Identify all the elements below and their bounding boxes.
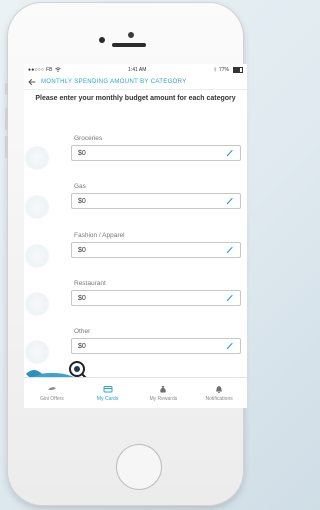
tab-label: Notifications bbox=[205, 395, 233, 402]
tab-bar: Gini Offers My Cards My Rewards Notifica… bbox=[24, 377, 247, 408]
volume-down-button bbox=[5, 136, 8, 158]
home-button[interactable] bbox=[116, 444, 162, 490]
category-restaurant: Restaurant $0 bbox=[71, 280, 241, 306]
gas-amount-input[interactable]: $0 bbox=[71, 193, 241, 209]
fashion-icon bbox=[24, 244, 50, 268]
category-other: Other $0 bbox=[71, 328, 241, 354]
instruction-text: Please enter your monthly budget amount … bbox=[35, 95, 236, 102]
category-groceries: Groceries $0 bbox=[71, 135, 241, 161]
bell-icon bbox=[216, 385, 223, 393]
tab-my-rewards[interactable]: My Rewards bbox=[136, 378, 192, 408]
tab-label: Gini Offers bbox=[39, 395, 64, 402]
category-label: Fashion / Apparel bbox=[74, 232, 125, 239]
category-label: Other bbox=[74, 328, 91, 335]
card-icon bbox=[103, 385, 113, 392]
restaurant-amount-input[interactable]: $0 bbox=[71, 290, 241, 306]
app-screen: ●●○○○ FB 1:41 AM ᛒ 77% MONTHLY SPENDING … bbox=[24, 64, 247, 408]
nav-bar: MONTHLY SPENDING AMOUNT BY CATEGORY bbox=[24, 75, 247, 90]
money-bag-icon bbox=[160, 385, 167, 392]
category-fashion: Fashion / Apparel $0 bbox=[71, 232, 241, 258]
tab-label: My Rewards bbox=[149, 395, 178, 402]
category-value: $0 bbox=[78, 342, 86, 350]
category-label: Restaurant bbox=[74, 280, 106, 287]
battery-percent: 77% bbox=[218, 66, 229, 73]
category-gas: Gas $0 bbox=[71, 183, 241, 209]
status-bar: ●●○○○ FB 1:41 AM ᛒ 77% bbox=[24, 64, 247, 75]
category-label: Groceries bbox=[74, 135, 103, 142]
groceries-icon bbox=[24, 146, 50, 170]
tab-gini-offers[interactable]: Gini Offers bbox=[24, 378, 80, 408]
proximity-sensor bbox=[128, 32, 134, 38]
page-title: MONTHLY SPENDING AMOUNT BY CATEGORY bbox=[41, 79, 187, 85]
tab-label: My Cards bbox=[96, 395, 119, 402]
battery-icon bbox=[232, 66, 243, 73]
clock: 1:41 AM bbox=[128, 66, 147, 73]
restaurant-icon bbox=[24, 292, 50, 316]
category-value: $0 bbox=[78, 149, 86, 157]
pencil-icon[interactable] bbox=[226, 149, 234, 157]
tab-my-cards[interactable]: My Cards bbox=[80, 378, 136, 408]
volume-up-button bbox=[5, 108, 8, 130]
signal-icon: ●●○○○ bbox=[28, 66, 45, 73]
front-camera bbox=[99, 37, 105, 43]
category-value: $0 bbox=[78, 294, 86, 302]
pencil-icon[interactable] bbox=[226, 294, 234, 302]
tab-notifications[interactable]: Notifications bbox=[191, 378, 247, 408]
category-value: $0 bbox=[78, 246, 86, 254]
fashion-amount-input[interactable]: $0 bbox=[71, 242, 241, 258]
carrier-label: FB bbox=[46, 66, 53, 73]
bluetooth-icon: ᛒ bbox=[213, 66, 217, 73]
category-label: Gas bbox=[74, 183, 86, 190]
earpiece-speaker bbox=[112, 43, 146, 47]
groceries-amount-input[interactable]: $0 bbox=[71, 145, 241, 161]
mute-switch bbox=[5, 83, 8, 95]
pencil-icon[interactable] bbox=[226, 246, 234, 254]
gas-icon bbox=[24, 195, 50, 219]
category-value: $0 bbox=[78, 197, 86, 205]
pencil-icon[interactable] bbox=[226, 197, 234, 205]
back-arrow-icon[interactable] bbox=[28, 78, 36, 86]
pencil-icon[interactable] bbox=[226, 342, 234, 350]
gini-offers-icon bbox=[47, 386, 56, 390]
other-amount-input[interactable]: $0 bbox=[71, 338, 241, 354]
wifi-icon bbox=[54, 67, 61, 72]
